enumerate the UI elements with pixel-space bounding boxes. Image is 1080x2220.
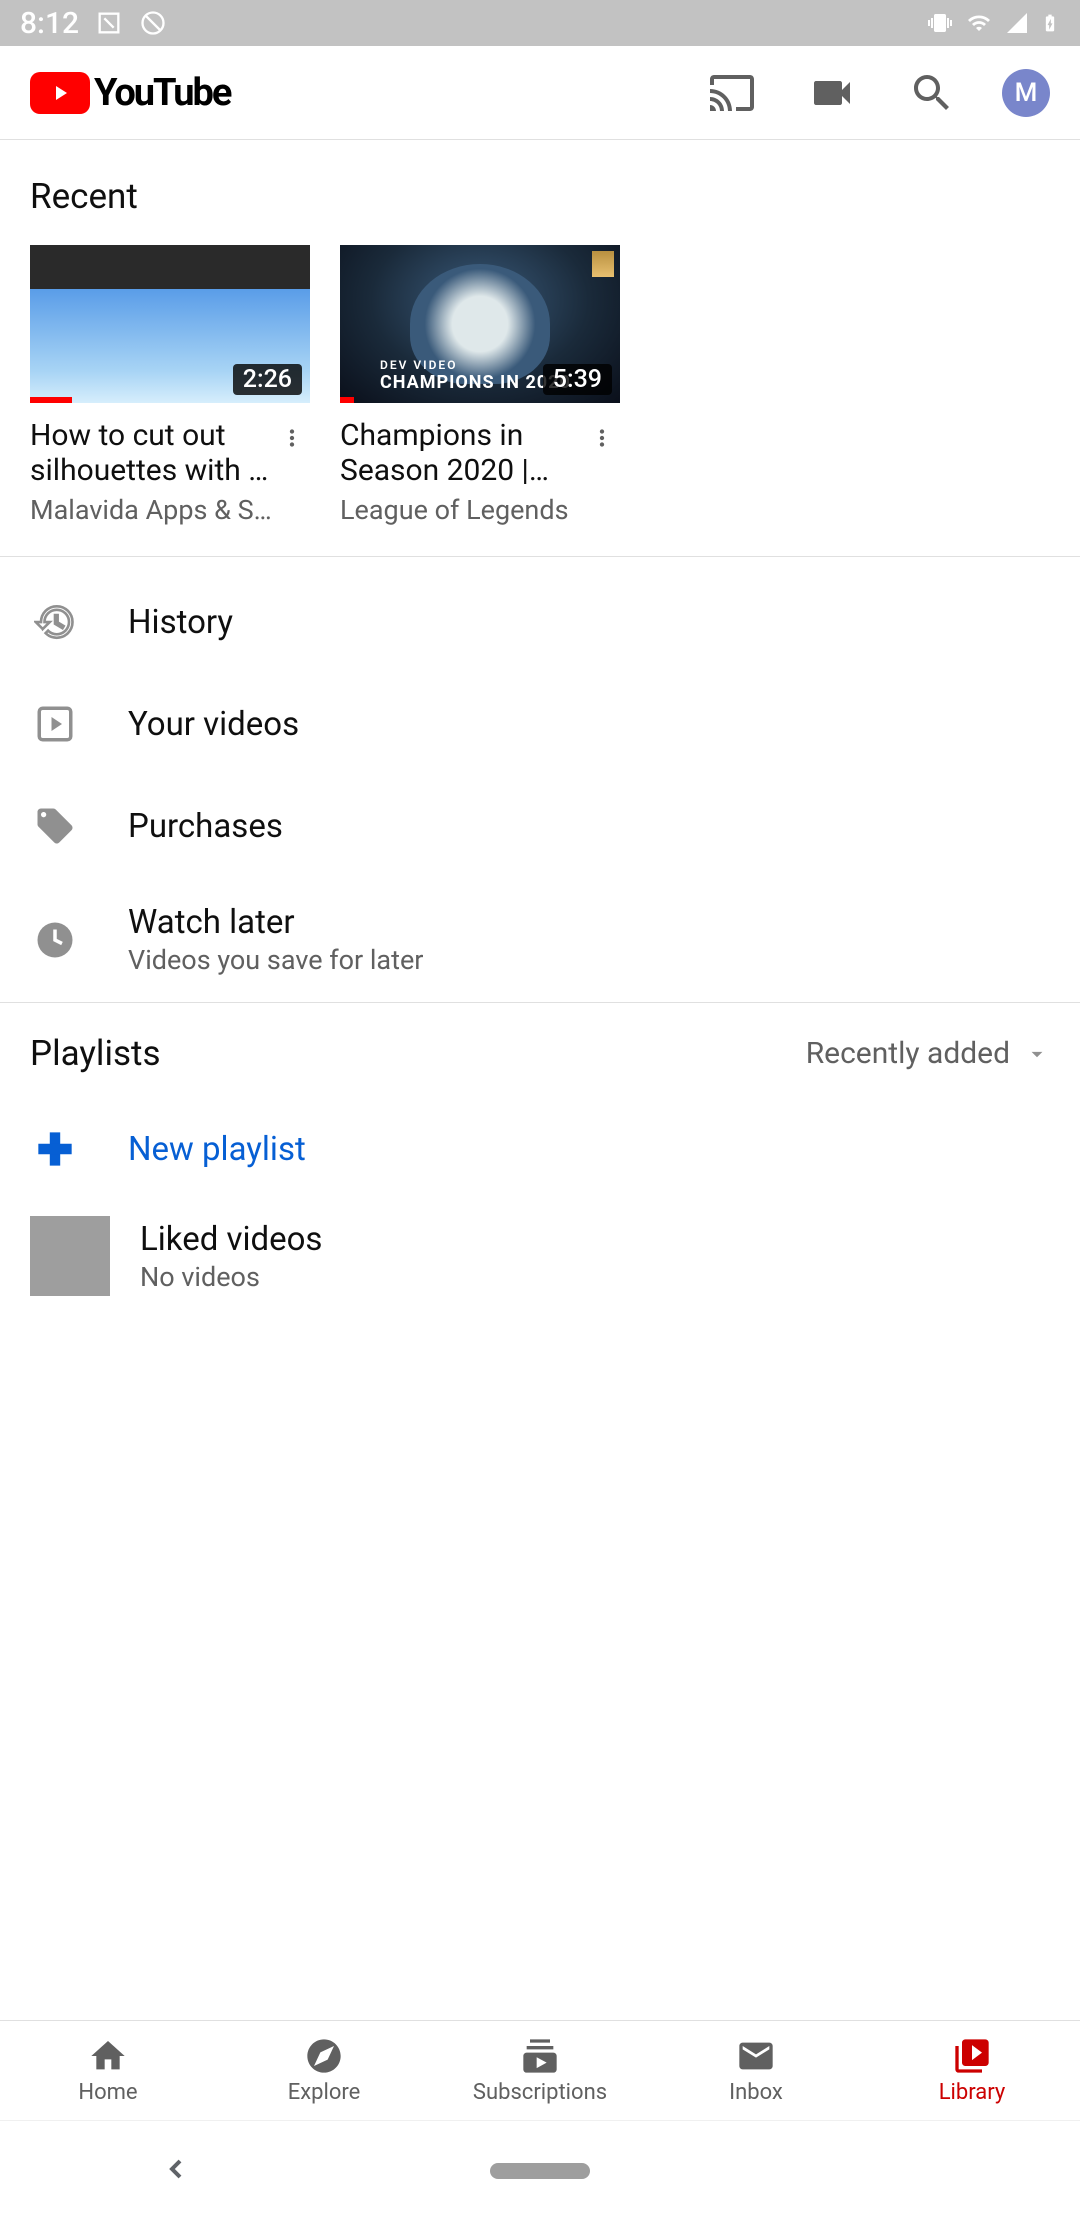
subscriptions-icon xyxy=(520,2036,560,2076)
status-icon xyxy=(95,9,123,37)
nav-library[interactable]: Library xyxy=(864,2021,1080,2120)
new-playlist-button[interactable]: New playlist xyxy=(0,1096,1080,1202)
camera-icon xyxy=(808,69,856,117)
compass-icon xyxy=(304,2036,344,2076)
play-box-icon xyxy=(34,703,76,745)
search-button[interactable] xyxy=(882,46,982,140)
youtube-play-icon xyxy=(30,72,90,114)
vibrate-icon xyxy=(926,11,954,35)
library-content: Recent 2:26 How to cut out silhouettes w… xyxy=(0,140,1080,2020)
plus-icon xyxy=(30,1124,80,1174)
recent-title: Recent xyxy=(0,154,1080,245)
avatar-letter: M xyxy=(1015,78,1038,108)
duration-badge: 2:26 xyxy=(233,364,302,395)
nav-library-label: Library xyxy=(939,2080,1006,2105)
history-item[interactable]: History xyxy=(0,571,1080,673)
search-icon xyxy=(908,69,956,117)
battery-icon xyxy=(1040,9,1060,37)
camera-button[interactable] xyxy=(782,46,882,140)
status-bar: 8:12 xyxy=(0,0,1080,46)
watch-progress xyxy=(30,397,72,403)
duration-badge: 5:39 xyxy=(543,364,612,395)
new-playlist-label: New playlist xyxy=(128,1130,306,1169)
video-title: Champions in Season 2020 | De… xyxy=(340,419,584,488)
purchases-label: Purchases xyxy=(128,807,1050,846)
video-channel: League of Legends xyxy=(340,494,584,526)
nav-subscriptions[interactable]: Subscriptions xyxy=(432,2021,648,2120)
tag-icon xyxy=(34,805,76,847)
sort-dropdown[interactable]: Recently added xyxy=(806,1036,1050,1071)
bottom-nav: Home Explore Subscriptions Inbox Library xyxy=(0,2020,1080,2120)
library-icon xyxy=(952,2036,992,2076)
cast-icon xyxy=(708,69,756,117)
youtube-logo[interactable]: YouTube xyxy=(30,71,230,115)
recent-video[interactable]: DEV VIDEO CHAMPIONS IN 2020 5:39 Champio… xyxy=(340,245,620,526)
cast-button[interactable] xyxy=(682,46,782,140)
nav-subscriptions-label: Subscriptions xyxy=(473,2080,607,2105)
sort-label: Recently added xyxy=(806,1036,1010,1071)
video-title: How to cut out silhouettes with … xyxy=(30,419,274,488)
nav-explore-label: Explore xyxy=(288,2080,361,2105)
video-menu-button[interactable] xyxy=(274,419,310,526)
history-label: History xyxy=(128,603,1050,642)
home-icon xyxy=(88,2036,128,2076)
video-channel: Malavida Apps & Sof… xyxy=(30,494,274,526)
playlists-header: Playlists Recently added xyxy=(0,1003,1080,1096)
watch-later-label: Watch later xyxy=(128,903,1050,942)
watch-later-sub: Videos you save for later xyxy=(128,944,1050,976)
nav-home-label: Home xyxy=(78,2080,137,2105)
signal-icon xyxy=(1004,11,1030,35)
back-icon xyxy=(160,2153,192,2185)
nav-inbox[interactable]: Inbox xyxy=(648,2021,864,2120)
youtube-wordmark: YouTube xyxy=(94,71,230,115)
your-videos-label: Your videos xyxy=(128,705,1050,744)
purchases-item[interactable]: Purchases xyxy=(0,775,1080,877)
recent-video[interactable]: 2:26 How to cut out silhouettes with … M… xyxy=(30,245,310,526)
history-icon xyxy=(34,601,76,643)
more-vert-icon xyxy=(279,425,305,451)
clock-icon xyxy=(34,919,76,961)
system-nav xyxy=(0,2120,1080,2220)
video-menu-button[interactable] xyxy=(584,419,620,526)
liked-videos-sub: No videos xyxy=(140,1261,1050,1293)
chevron-down-icon xyxy=(1024,1041,1050,1067)
nav-inbox-label: Inbox xyxy=(729,2080,783,2105)
playlist-thumbnail xyxy=(30,1216,110,1296)
your-videos-item[interactable]: Your videos xyxy=(0,673,1080,775)
video-thumbnail: DEV VIDEO CHAMPIONS IN 2020 5:39 xyxy=(340,245,620,403)
wifi-icon xyxy=(964,11,994,35)
liked-videos-item[interactable]: Liked videos No videos xyxy=(0,1202,1080,1310)
mail-icon xyxy=(736,2036,776,2076)
more-vert-icon xyxy=(589,425,615,451)
video-thumbnail: 2:26 xyxy=(30,245,310,403)
watch-progress xyxy=(340,397,354,403)
account-avatar[interactable]: M xyxy=(1002,69,1050,117)
app-header: YouTube M xyxy=(0,46,1080,140)
watch-later-item[interactable]: Watch later Videos you save for later xyxy=(0,877,1080,1002)
home-pill[interactable] xyxy=(490,2163,590,2179)
status-icon xyxy=(139,9,167,37)
nav-home[interactable]: Home xyxy=(0,2021,216,2120)
liked-videos-label: Liked videos xyxy=(140,1220,1050,1259)
playlists-title: Playlists xyxy=(30,1033,161,1074)
status-time: 8:12 xyxy=(20,6,79,41)
back-button[interactable] xyxy=(160,2153,192,2189)
recent-videos: 2:26 How to cut out silhouettes with … M… xyxy=(0,245,1080,557)
nav-explore[interactable]: Explore xyxy=(216,2021,432,2120)
